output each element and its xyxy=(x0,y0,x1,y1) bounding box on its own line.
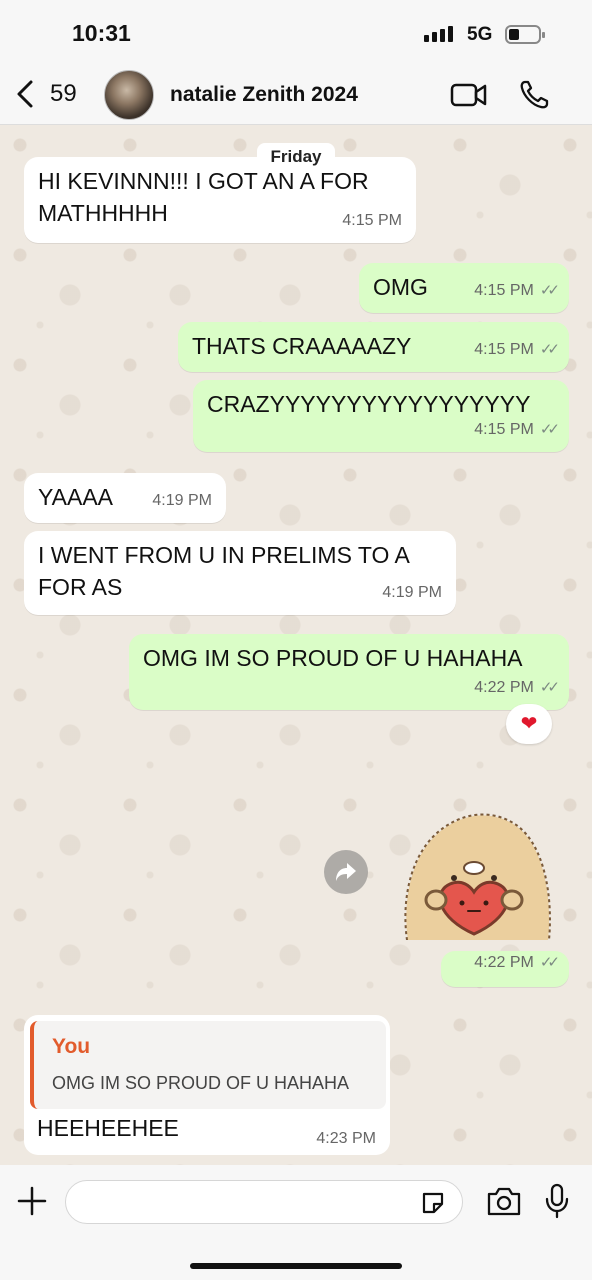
message-text: HEEHEEHEE xyxy=(37,1115,179,1141)
message-time: 4:23 PM xyxy=(316,1130,376,1147)
read-receipt-icon: ✓✓ xyxy=(539,421,560,438)
message-time: 4:15 PM xyxy=(474,421,534,438)
status-bar: 10:31 5G xyxy=(0,0,592,62)
network-label: 5G xyxy=(467,24,493,45)
read-receipt-icon: ✓✓ xyxy=(539,282,560,299)
message-incoming[interactable]: HI KEVINNN!!! I GOT AN A FOR MATHHHHH 4:… xyxy=(24,157,416,243)
sticker-icon[interactable] xyxy=(420,1190,446,1216)
message-incoming-reply[interactable]: You OMG IM SO PROUD OF U HAHAHA HEEHEEHE… xyxy=(24,1015,390,1155)
message-outgoing[interactable]: OMG IM SO PROUD OF U HAHAHA 4:22 PM ✓✓ xyxy=(129,634,569,710)
message-incoming[interactable]: I WENT FROM U IN PRELIMS TO A FOR AS 4:1… xyxy=(24,531,456,615)
read-receipt-icon: ✓✓ xyxy=(539,679,560,696)
chat-header: 59 natalie Zenith 2024 xyxy=(0,62,592,125)
quoted-author: You xyxy=(52,1035,91,1058)
message-text: OMG IM SO PROUD OF U HAHAHA xyxy=(143,645,523,671)
composer-bar xyxy=(0,1165,592,1280)
back-button[interactable]: 59 xyxy=(14,76,94,112)
sticker-meta: 4:22 PM ✓✓ xyxy=(441,951,569,987)
message-time: 4:19 PM xyxy=(152,492,212,509)
forward-button[interactable] xyxy=(324,850,368,894)
message-time: 4:19 PM xyxy=(382,584,442,601)
message-input[interactable] xyxy=(65,1180,463,1224)
microphone-icon[interactable] xyxy=(544,1183,570,1219)
read-receipt-icon: ✓✓ xyxy=(539,341,560,358)
read-receipt-icon: ✓✓ xyxy=(539,954,560,971)
phone-call-icon[interactable] xyxy=(518,79,550,111)
message-time: 4:22 PM xyxy=(474,954,534,971)
video-call-icon[interactable] xyxy=(450,82,488,108)
message-time: 4:22 PM xyxy=(474,679,534,696)
camera-icon[interactable] xyxy=(486,1185,522,1217)
battery-icon xyxy=(505,25,545,44)
status-time: 10:31 xyxy=(72,20,131,46)
message-incoming[interactable]: YAAAA 4:19 PM xyxy=(24,473,226,523)
home-indicator xyxy=(190,1263,402,1269)
heart-reaction-icon[interactable]: ❤ xyxy=(506,704,552,744)
sticker-hedgehog-heart[interactable] xyxy=(398,808,554,940)
quoted-text: OMG IM SO PROUD OF U HAHAHA xyxy=(52,1073,350,1093)
signal-icon xyxy=(424,26,453,42)
quoted-message[interactable]: You OMG IM SO PROUD OF U HAHAHA xyxy=(30,1021,386,1109)
plus-icon[interactable] xyxy=(16,1185,48,1217)
date-divider: Friday xyxy=(257,143,335,171)
message-time: 4:15 PM xyxy=(342,212,402,229)
message-outgoing[interactable]: OMG 4:15 PM ✓✓ xyxy=(359,263,569,313)
unread-count: 59 xyxy=(50,80,77,107)
message-time: 4:15 PM xyxy=(474,341,534,358)
message-outgoing[interactable]: THATS CRAAAAAZY 4:15 PM ✓✓ xyxy=(178,322,569,372)
chevron-left-icon xyxy=(17,80,33,108)
message-time: 4:15 PM xyxy=(474,282,534,299)
message-outgoing[interactable]: CRAZYYYYYYYYYYYYYYYYY 4:15 PM ✓✓ xyxy=(193,380,569,452)
avatar[interactable] xyxy=(104,70,154,120)
forward-arrow-icon xyxy=(336,863,356,881)
contact-name[interactable]: natalie Zenith 2024 xyxy=(170,83,358,107)
